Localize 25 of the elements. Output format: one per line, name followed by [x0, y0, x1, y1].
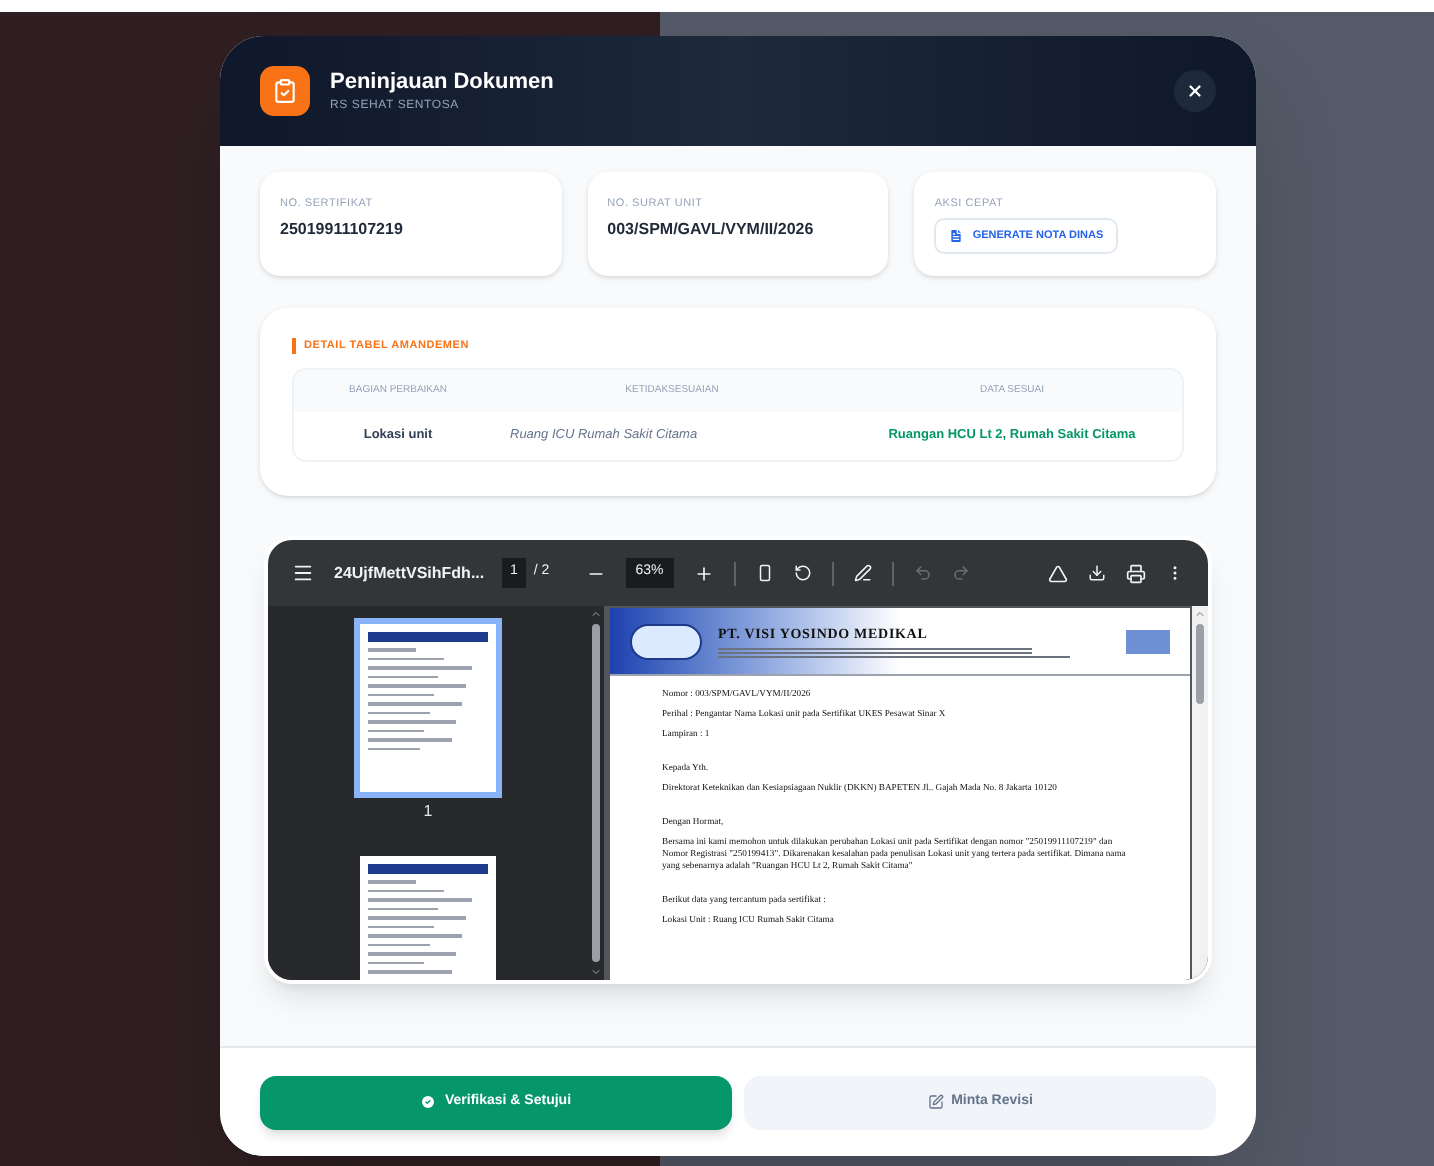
scroll-up-icon[interactable]: [590, 608, 602, 620]
close-icon: [1186, 82, 1204, 100]
page-thumbnail[interactable]: [360, 624, 496, 792]
rotate-icon[interactable]: [793, 564, 812, 582]
document-icon: [948, 228, 965, 245]
page-thumbnail[interactable]: [360, 856, 496, 980]
edit-icon: [927, 1094, 944, 1110]
drive-icon[interactable]: [1048, 563, 1068, 583]
download-icon[interactable]: [1088, 564, 1106, 582]
file-name: 24UjfMettVSihFdh...: [334, 561, 482, 585]
menu-icon[interactable]: [292, 562, 314, 584]
clipboard-icon: [260, 66, 310, 116]
zoom-in-icon[interactable]: [693, 563, 714, 583]
check-icon: [420, 1094, 437, 1110]
print-icon[interactable]: [1126, 563, 1146, 583]
close-button[interactable]: [1174, 70, 1216, 112]
letterhead-block: [1126, 629, 1170, 653]
annotate-icon[interactable]: [853, 564, 872, 582]
info-value: 003/SPM/GAVL/VYM/II/2026: [607, 218, 816, 243]
company-logo: [630, 623, 702, 659]
scroll-down-icon[interactable]: [590, 966, 602, 978]
modal-title: Peninjauan Dokumen: [330, 67, 556, 98]
info-value: 25019911107219: [280, 218, 405, 243]
page-number: 1: [423, 800, 433, 824]
fit-icon[interactable]: [755, 564, 774, 582]
